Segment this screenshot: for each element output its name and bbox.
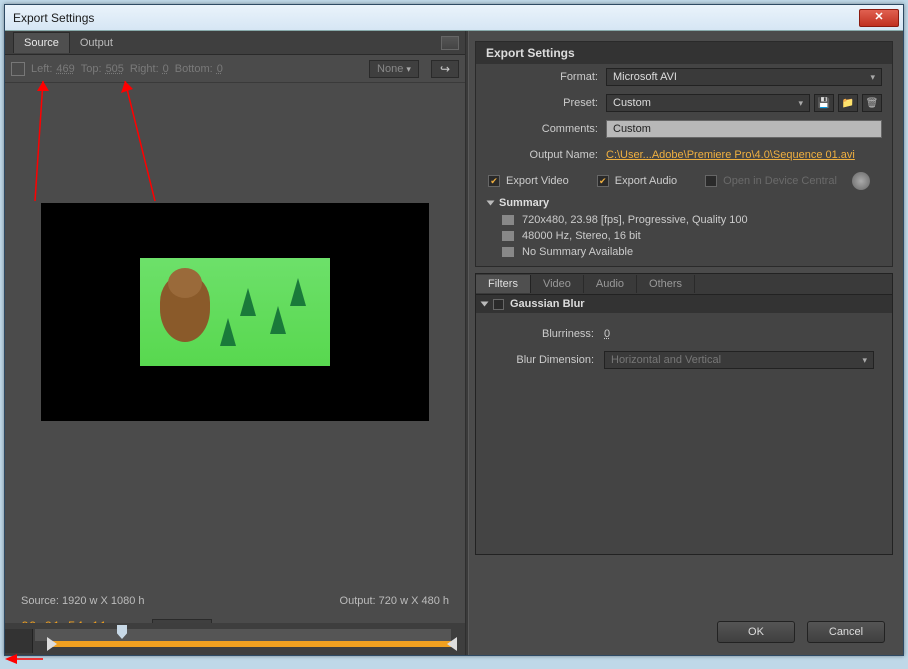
dimensions-row: Source: 1920 w X 1080 h Output: 720 w X … [5,595,465,607]
export-settings-window: Export Settings ✕ Source Output Left: 469… [4,4,904,656]
comments-input[interactable]: Custom [606,120,882,138]
output-name-link[interactable]: C:\User...Adobe\Premiere Pro\4.0\Sequenc… [606,149,855,161]
preset-label: Preset: [476,97,606,109]
crop-row: Left: 469 Top: 505 Right: 0 Bottom: 0 None ▾… [5,55,465,83]
comments-label: Comments: [476,123,606,135]
filter-tabs: Filters Video Audio Others [475,273,893,295]
timeline-track[interactable] [35,629,451,641]
export-audio-checkbox[interactable]: ✔ [597,175,609,187]
gaussian-blur-checkbox[interactable]: ✔ [493,299,504,310]
device-central-checkbox: ✔ [705,175,717,187]
blur-dimension-label: Blur Dimension: [484,354,604,366]
crop-right-label: Right: [130,63,159,75]
export-video-checkbox[interactable]: ✔ [488,175,500,187]
crop-top-label: Top: [81,63,102,75]
cancel-button[interactable]: Cancel [807,621,885,643]
format-dropdown[interactable]: Microsoft AVI▾ [606,68,882,86]
disclosure-icon [487,201,495,206]
footer: OK Cancel [469,609,903,655]
import-preset-icon[interactable]: 📁 [838,94,858,112]
redo-button[interactable]: ↪ [431,60,459,78]
audio-summary-icon [502,231,514,241]
window-title: Export Settings [13,11,94,25]
output-dims: Output: 720 w X 480 h [340,595,449,607]
source-dims: Source: 1920 w X 1080 h [21,595,145,607]
crop-top-value[interactable]: 505 [106,63,124,75]
device-central-icon[interactable] [852,172,870,190]
tab-filters[interactable]: Filters [476,275,531,293]
output-name-label: Output Name: [476,149,606,161]
crop-left-label: Left: [31,63,52,75]
tab-source[interactable]: Source [13,32,70,53]
save-preset-icon[interactable]: 💾 [814,94,834,112]
panel-menu-icon[interactable] [441,36,459,50]
filter-body: ✔ Gaussian Blur Blurriness: 0 Blur Dimen… [475,295,893,555]
source-output-tabs: Source Output [5,31,465,55]
tab-output[interactable]: Output [70,33,123,53]
crop-left-value[interactable]: 469 [56,63,74,75]
export-settings-header: Export Settings [476,42,892,64]
video-preview[interactable] [41,203,429,421]
tab-video[interactable]: Video [531,275,584,293]
preset-dropdown[interactable]: Custom▾ [606,94,810,112]
summary-none: No Summary Available [522,246,633,258]
other-summary-icon [502,247,514,257]
export-video-label: Export Video [506,175,569,187]
video-summary-icon [502,215,514,225]
blurriness-value[interactable]: 0 [604,328,610,340]
export-settings-panel: Export Settings Format: Microsoft AVI▾ P… [475,41,893,267]
preview-area [5,83,465,513]
titlebar[interactable]: Export Settings ✕ [5,5,903,31]
right-pane: Export Settings Format: Microsoft AVI▾ P… [469,31,903,655]
tab-others[interactable]: Others [637,275,695,293]
video-frame [140,258,330,366]
crop-bottom-value[interactable]: 0 [217,63,223,75]
summary-header[interactable]: Summary [476,194,892,212]
crop-bottom-label: Bottom: [175,63,213,75]
timeline-scroll-left[interactable] [5,629,33,653]
ok-button[interactable]: OK [717,621,795,643]
format-label: Format: [476,71,606,83]
crop-icon[interactable] [11,62,25,76]
close-button[interactable]: ✕ [859,9,899,27]
delete-preset-icon[interactable]: 🗑 [862,94,882,112]
gaussian-blur-header[interactable]: ✔ Gaussian Blur [476,295,892,313]
blur-dimension-dropdown[interactable]: Horizontal and Vertical▾ [604,351,874,369]
summary-audio: 48000 Hz, Stereo, 16 bit [522,230,641,242]
blurriness-label: Blurriness: [484,328,604,340]
timeline-range[interactable] [53,641,451,647]
tab-audio[interactable]: Audio [584,275,637,293]
crop-aspect-dropdown[interactable]: None ▾ [369,60,419,78]
disclosure-icon [481,302,489,307]
crop-right-value[interactable]: 0 [163,63,169,75]
export-audio-label: Export Audio [615,175,677,187]
left-pane: Source Output Left: 469 Top: 505 Right: 0 B… [5,31,465,655]
device-central-label: Open in Device Central [723,175,837,187]
summary-video: 720x480, 23.98 [fps], Progressive, Quali… [522,214,748,226]
timeline[interactable] [5,623,465,655]
redo-icon: ↪ [440,62,450,76]
